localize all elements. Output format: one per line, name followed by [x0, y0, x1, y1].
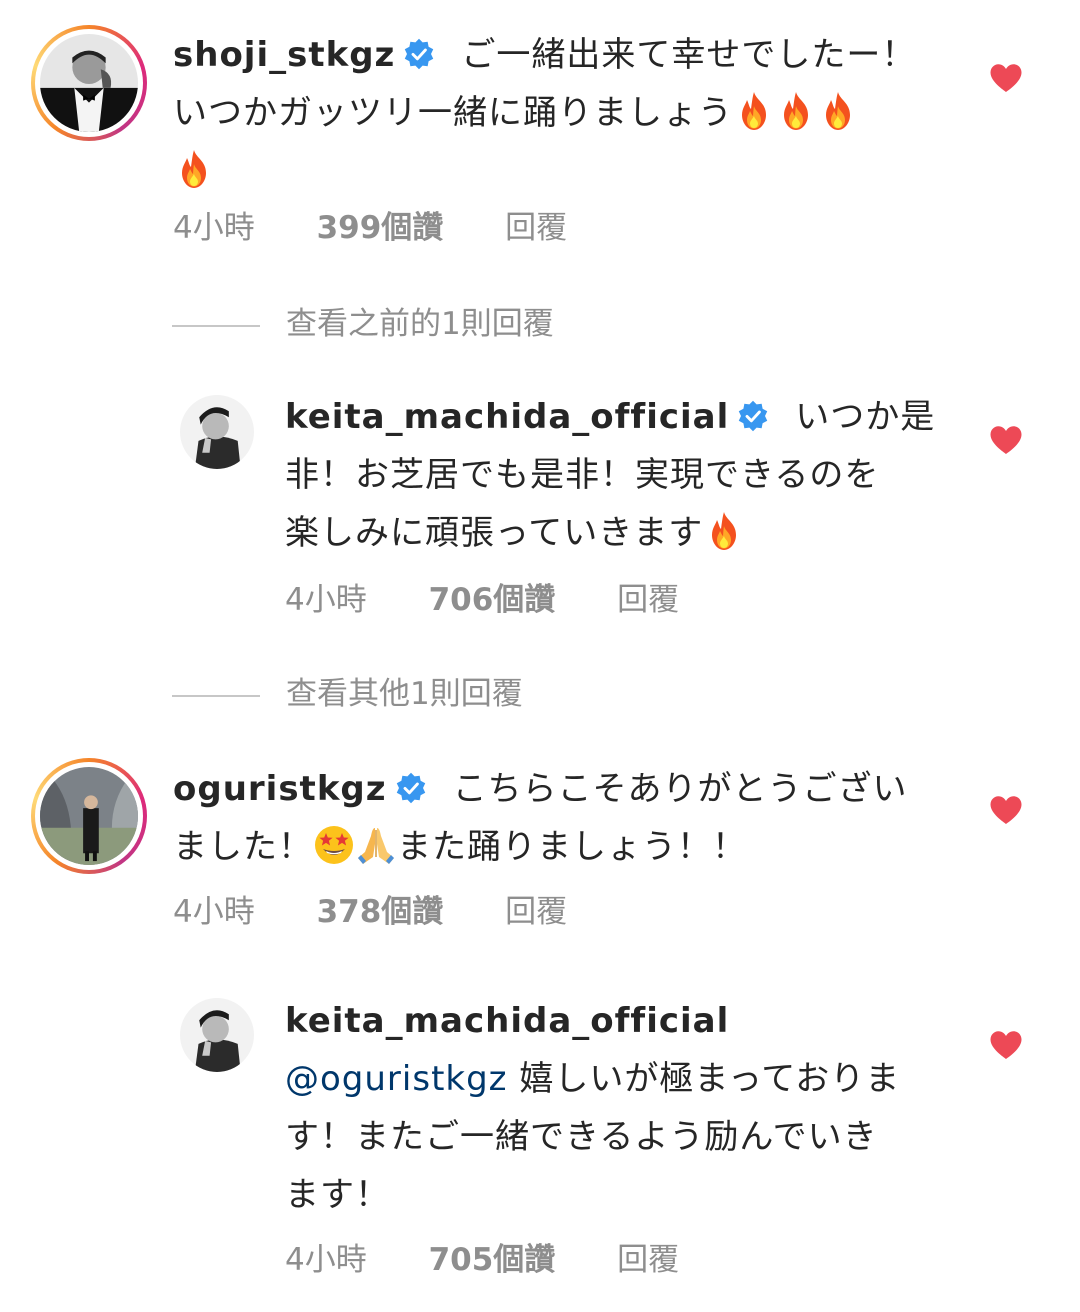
comment-meta: 4小時 706個讚 回覆: [285, 574, 731, 619]
heart-icon[interactable]: [989, 63, 1023, 93]
view-more-label[interactable]: 查看之前的1則回覆: [286, 306, 554, 342]
comment-username[interactable]: oguristkgz: [173, 769, 387, 809]
avatar[interactable]: [180, 998, 254, 1072]
avatar-image-icon: [180, 395, 254, 469]
avatar[interactable]: [180, 395, 254, 469]
comment-time: 4小時: [285, 582, 367, 618]
comment-meta: 4小時 399個讚 回覆: [173, 202, 619, 247]
verified-badge-icon: [403, 38, 435, 70]
comment-meta: 4小時 705個讚 回覆: [285, 1234, 731, 1279]
heart-icon[interactable]: [989, 1030, 1023, 1060]
comment-likes[interactable]: 705個讚: [429, 1242, 556, 1278]
comment-likes[interactable]: 706個讚: [429, 582, 556, 618]
reply-button[interactable]: 回覆: [505, 894, 567, 930]
comment-username[interactable]: keita_machida_official: [285, 397, 729, 437]
comment-username[interactable]: shoji_stkgz: [173, 35, 395, 75]
comment-text: いつか是: [795, 397, 936, 437]
avatar[interactable]: [40, 767, 138, 865]
folded-hands-emoji: [355, 824, 397, 866]
view-more-label[interactable]: 查看其他1則回覆: [286, 676, 523, 712]
reply-button[interactable]: 回覆: [505, 210, 567, 246]
comment-username[interactable]: keita_machida_official: [285, 1001, 729, 1041]
comment-time: 4小時: [173, 210, 255, 246]
view-other-replies[interactable]: 查看其他1則回覆: [172, 668, 523, 712]
comment-meta: 4小時 378個讚 回覆: [173, 886, 619, 931]
comment-text: ご一緒出来て幸せでしたー！: [461, 35, 917, 75]
comment-text: こちらこそありがとうござい: [452, 769, 908, 809]
fire-emoji: [703, 510, 745, 552]
heart-icon[interactable]: [989, 795, 1023, 825]
fire-emoji: [733, 90, 775, 132]
comment-text-line2: す！またご一緒できるよう励んでいき: [285, 1117, 878, 1157]
comment-text-line3: ます！: [285, 1175, 390, 1215]
reply-button[interactable]: 回覆: [617, 582, 679, 618]
divider-line: [172, 324, 260, 327]
comment-text-line2a: ました！: [173, 827, 313, 867]
avatar[interactable]: [40, 34, 138, 132]
fire-emoji: [173, 148, 215, 190]
comment-likes[interactable]: 399個讚: [317, 210, 444, 246]
comment-likes[interactable]: 378個讚: [317, 894, 444, 930]
mention-link[interactable]: @oguristkgz: [285, 1059, 508, 1099]
comment-time: 4小時: [285, 1242, 367, 1278]
story-ring[interactable]: [31, 25, 147, 141]
comment-text-line3: 楽しみに頑張っていきます: [285, 513, 704, 553]
verified-badge-icon: [737, 400, 769, 432]
verified-badge-icon: [395, 772, 427, 804]
fire-emoji: [775, 90, 817, 132]
view-previous-replies[interactable]: 查看之前的1則回覆: [172, 298, 554, 342]
comment-text-line2: いつかガッツリ一緒に踊りましょう: [173, 93, 733, 133]
fire-emoji: [817, 90, 859, 132]
divider-line: [172, 694, 260, 697]
comment-text: 嬉しいが極まっておりま: [507, 1059, 901, 1099]
comment-text-line2b: また踊りましょう！！: [397, 827, 747, 867]
comment-time: 4小時: [173, 894, 255, 930]
avatar-image-icon: [40, 767, 138, 865]
star-struck-emoji: [313, 824, 355, 866]
avatar-image-icon: [40, 34, 138, 132]
comment-text-line2: 非！お芝居でも是非！実現できるのを: [285, 455, 880, 495]
story-ring[interactable]: [31, 758, 147, 874]
reply-button[interactable]: 回覆: [617, 1242, 679, 1278]
heart-icon[interactable]: [989, 425, 1023, 455]
avatar-image-icon: [180, 998, 254, 1072]
